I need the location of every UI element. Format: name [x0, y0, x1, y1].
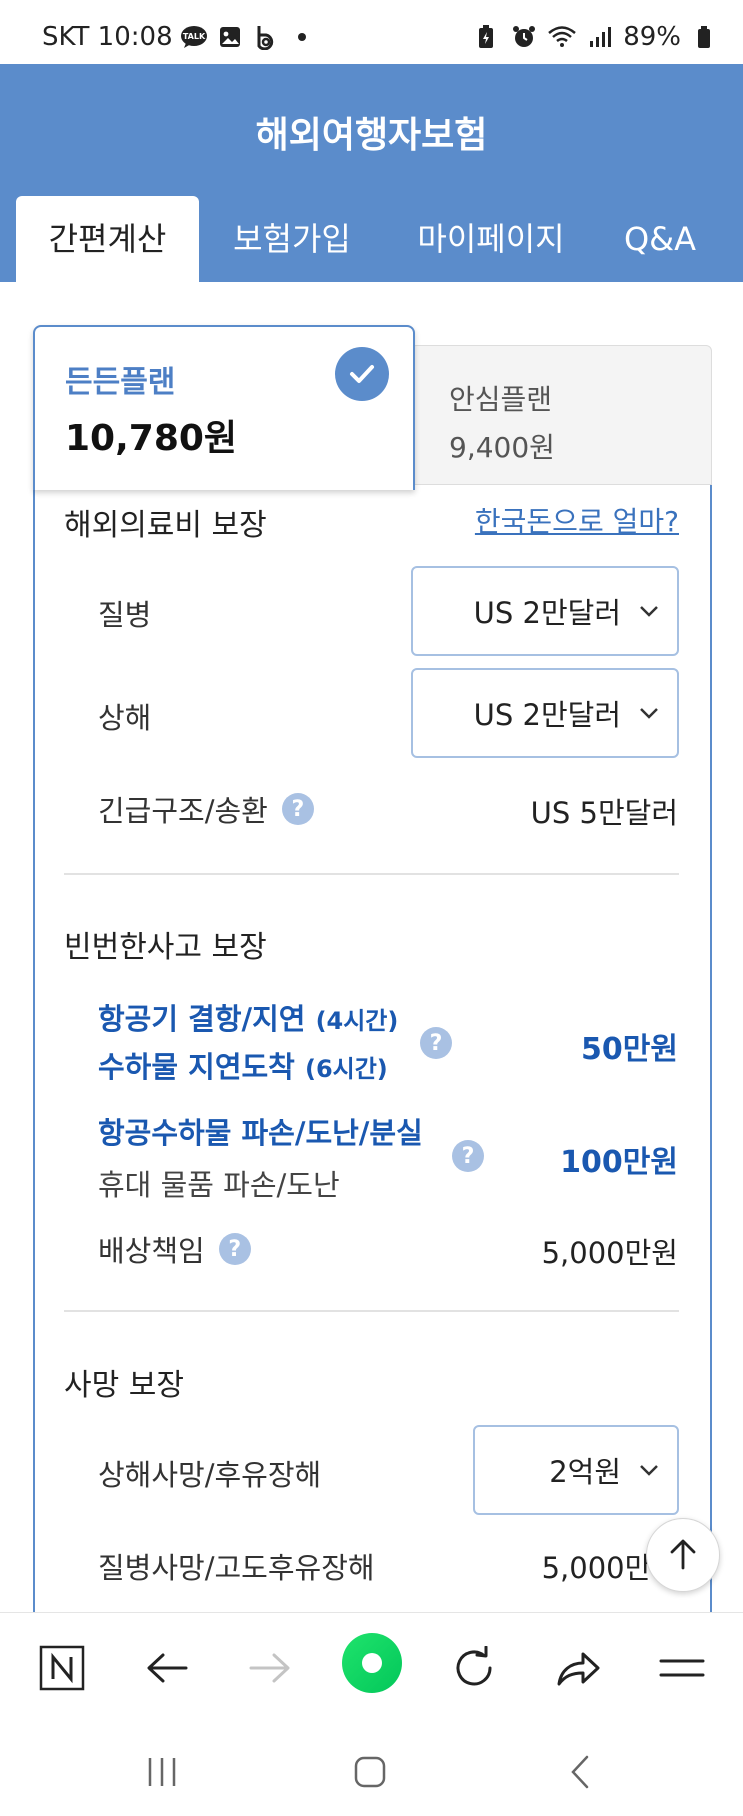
green-dot-button[interactable]	[340, 1631, 404, 1695]
illness-select[interactable]: US 2만달러	[411, 566, 679, 656]
rescue-label-text: 긴급구조/송환	[98, 794, 268, 828]
share-button[interactable]	[548, 1638, 608, 1698]
page-title: 해외여행자보험	[255, 115, 488, 156]
plan-name: 안심플랜	[449, 383, 553, 416]
home-icon	[354, 1756, 386, 1788]
illness-select-value: US 2만달러	[473, 596, 621, 630]
injury-death-select-value: 2억원	[549, 1455, 621, 1489]
plan-price: 10,780원	[65, 418, 238, 459]
browser-toolbar	[0, 1612, 743, 1727]
rescue-value: US 5만달러	[530, 796, 678, 830]
illness-death-label: 질병사망/고도후유장해	[98, 1545, 375, 1587]
menu-icon	[659, 1659, 705, 1677]
refresh-button[interactable]	[444, 1638, 504, 1698]
tab-qna[interactable]: Q&A	[610, 196, 710, 282]
back-nav-button[interactable]	[555, 1747, 605, 1797]
liability-label: 배상책임 ?	[98, 1228, 251, 1270]
chevron-down-icon	[640, 708, 658, 719]
refresh-icon	[456, 1646, 492, 1686]
scroll-top-button[interactable]	[646, 1518, 720, 1592]
green-circle-icon	[342, 1633, 402, 1693]
dot-icon	[287, 22, 317, 52]
app-header: 해외여행자보험 간편계산 보험가입 마이페이지 Q&A	[0, 64, 743, 282]
baggage-loss-label: 항공수하물 파손/도난/분실	[98, 1116, 423, 1150]
liability-value: 5,000만원	[541, 1236, 678, 1270]
help-icon[interactable]: ?	[218, 1233, 251, 1265]
help-icon[interactable]: ?	[420, 1027, 452, 1059]
arrow-left-icon	[147, 1653, 188, 1683]
naver-home-button[interactable]	[32, 1638, 92, 1698]
liability-label-text: 배상책임	[98, 1234, 205, 1268]
battery-percent: 89%	[623, 22, 681, 52]
tab-mypage[interactable]: 마이페이지	[402, 196, 580, 282]
forward-button[interactable]	[240, 1638, 300, 1698]
help-icon[interactable]: ?	[452, 1140, 484, 1172]
status-bar: SKT 10:08 TALK 89%	[0, 0, 743, 64]
signal-icon	[585, 22, 615, 52]
alarm-icon	[509, 22, 539, 52]
plan-card-ansim[interactable]: 안심플랜 9,400원	[410, 345, 712, 485]
plan-price: 9,400원	[449, 431, 555, 464]
b-app-icon	[251, 22, 281, 52]
section-title-frequent: 빈번한사고 보장	[64, 930, 267, 965]
flight-delay-note1: (4시간)	[315, 1007, 399, 1035]
injury-select-value: US 2만달러	[473, 698, 621, 732]
baggage-delay-note2: (6시간)	[304, 1055, 388, 1083]
talk-icon: TALK	[179, 22, 209, 52]
rescue-label: 긴급구조/송환 ?	[98, 788, 314, 830]
flight-delay-value: 50만원	[581, 1032, 678, 1067]
section-title-death: 사망 보장	[64, 1368, 184, 1403]
chevron-down-icon	[640, 1465, 658, 1476]
recent-apps-button[interactable]	[137, 1747, 187, 1797]
injury-label-text: 상해	[98, 701, 152, 735]
arrow-up-icon	[670, 1539, 696, 1570]
system-nav-bar	[0, 1727, 743, 1816]
gallery-icon	[215, 22, 245, 52]
chevron-down-icon	[640, 606, 658, 617]
tab-bar: 간편계산 보험가입 마이페이지 Q&A	[0, 196, 743, 282]
arrow-right-icon	[249, 1653, 290, 1683]
menu-button[interactable]	[652, 1638, 712, 1698]
plan-name: 든든플랜	[65, 365, 176, 400]
flight-delay-label: 항공기 결항/지연 (4시간) 수하물 지연도착 (6시간)	[98, 996, 398, 1092]
status-left: SKT 10:08 TALK	[42, 22, 317, 52]
injury-death-label-text: 상해사망/후유장해	[98, 1458, 322, 1492]
injury-death-select[interactable]: 2억원	[473, 1425, 679, 1515]
svg-text:TALK: TALK	[182, 32, 205, 41]
injury-select[interactable]: US 2만달러	[411, 668, 679, 758]
injury-label: 상해	[98, 695, 151, 737]
illness-death-label-text: 질병사망/고도후유장해	[98, 1551, 375, 1585]
share-arrow-icon	[557, 1652, 600, 1686]
plan-card-deundeun[interactable]: 든든플랜 10,780원	[33, 325, 415, 490]
section-title-medical: 해외의료비 보장	[64, 508, 267, 543]
baggage-loss-value: 100만원	[560, 1145, 678, 1180]
home-button[interactable]	[345, 1747, 395, 1797]
divider	[64, 873, 679, 875]
help-icon[interactable]: ?	[281, 793, 314, 825]
divider	[64, 1310, 679, 1312]
naver-n-icon	[39, 1645, 85, 1691]
wifi-icon	[547, 22, 577, 52]
battery-icon	[689, 22, 719, 52]
chevron-left-icon	[571, 1755, 589, 1789]
flight-delay-line1: 항공기 결항/지연	[98, 1002, 306, 1036]
personal-items-label: 휴대 물품 파손/도난	[98, 1168, 340, 1202]
injury-death-label: 상해사망/후유장해	[98, 1452, 321, 1494]
illness-label: 질병	[98, 592, 151, 634]
tab-signup[interactable]: 보험가입	[212, 196, 372, 282]
check-icon	[335, 347, 389, 401]
tab-quick-calc[interactable]: 간편계산	[16, 196, 199, 282]
back-button[interactable]	[137, 1638, 197, 1698]
krw-conversion-link[interactable]: 한국돈으로 얼마?	[475, 500, 679, 540]
illness-label-text: 질병	[98, 598, 152, 632]
baggage-delay-line2: 수하물 지연도착	[98, 1050, 295, 1084]
status-right: 89%	[471, 22, 719, 52]
battery-saver-icon	[471, 22, 501, 52]
recent-apps-icon	[148, 1758, 176, 1786]
carrier-time: SKT 10:08	[42, 22, 173, 52]
